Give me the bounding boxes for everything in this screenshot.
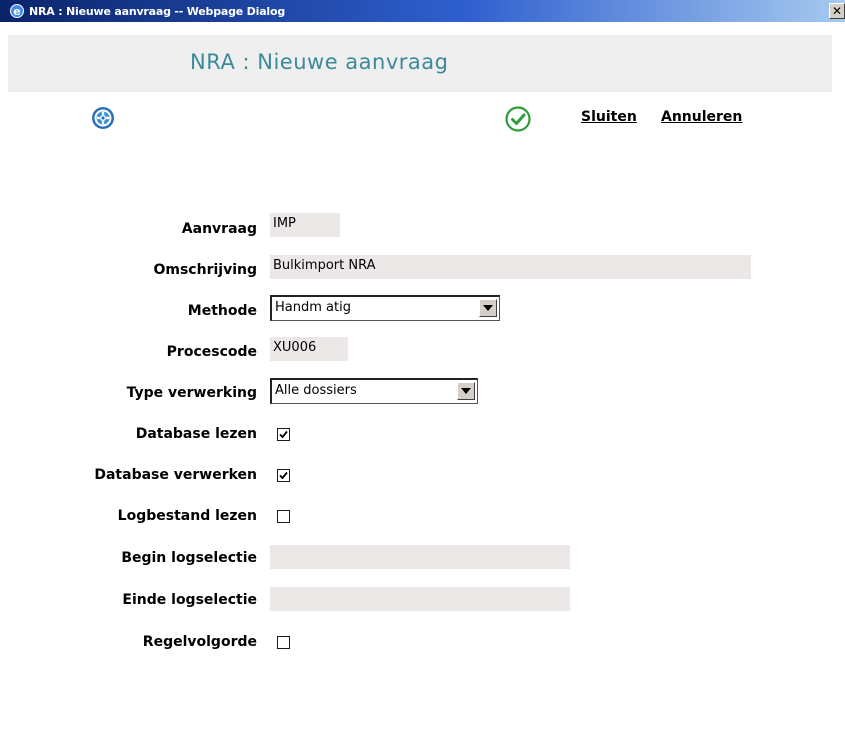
chevron-down-icon[interactable] <box>479 299 497 317</box>
type-verwerking-select-value: Alle dossiers <box>275 383 357 398</box>
window-title: NRA : Nieuwe aanvraag -- Webpage Dialog <box>29 4 286 18</box>
methode-select[interactable]: Handm atig <box>270 295 500 321</box>
window-titlebar: e NRA : Nieuwe aanvraag -- Webpage Dialo… <box>0 0 845 22</box>
begin-logselectie-label: Begin logselectie <box>121 550 257 566</box>
procescode-label: Procescode <box>166 344 257 360</box>
close-link[interactable]: Sluiten <box>581 109 637 125</box>
logbestand-lezen-label: Logbestand lezen <box>117 508 257 524</box>
methode-label: Methode <box>187 303 257 319</box>
window-close-button[interactable]: ✕ <box>829 3 845 19</box>
omschrijving-field: Bulkimport NRA <box>270 255 751 279</box>
checkmark-icon <box>279 430 288 439</box>
regelvolgorde-checkbox[interactable] <box>277 636 290 649</box>
database-verwerken-checkbox[interactable] <box>277 469 290 482</box>
checkmark-icon <box>279 471 288 480</box>
aanvraag-label: Aanvraag <box>181 221 257 237</box>
check-icon[interactable] <box>505 106 531 132</box>
einde-logselectie-field <box>270 587 570 611</box>
begin-logselectie-field <box>270 545 570 569</box>
chevron-down-icon[interactable] <box>457 382 475 400</box>
database-verwerken-label: Database verwerken <box>94 467 257 483</box>
type-verwerking-label: Type verwerking <box>126 385 257 401</box>
gear-icon[interactable] <box>91 106 115 130</box>
svg-text:e: e <box>13 5 20 18</box>
einde-logselectie-label: Einde logselectie <box>122 592 257 608</box>
methode-select-value: Handm atig <box>275 300 351 315</box>
regelvolgorde-label: Regelvolgorde <box>142 634 257 650</box>
logbestand-lezen-checkbox[interactable] <box>277 510 290 523</box>
procescode-field: XU006 <box>270 337 348 361</box>
aanvraag-field: IMP <box>270 213 340 237</box>
omschrijving-label: Omschrijving <box>153 262 257 278</box>
database-lezen-checkbox[interactable] <box>277 428 290 441</box>
database-lezen-label: Database lezen <box>135 426 257 442</box>
page-title: NRA : Nieuwe aanvraag <box>190 50 449 74</box>
type-verwerking-select[interactable]: Alle dossiers <box>270 378 478 404</box>
cancel-link[interactable]: Annuleren <box>661 109 742 125</box>
internet-explorer-icon: e <box>9 3 25 19</box>
